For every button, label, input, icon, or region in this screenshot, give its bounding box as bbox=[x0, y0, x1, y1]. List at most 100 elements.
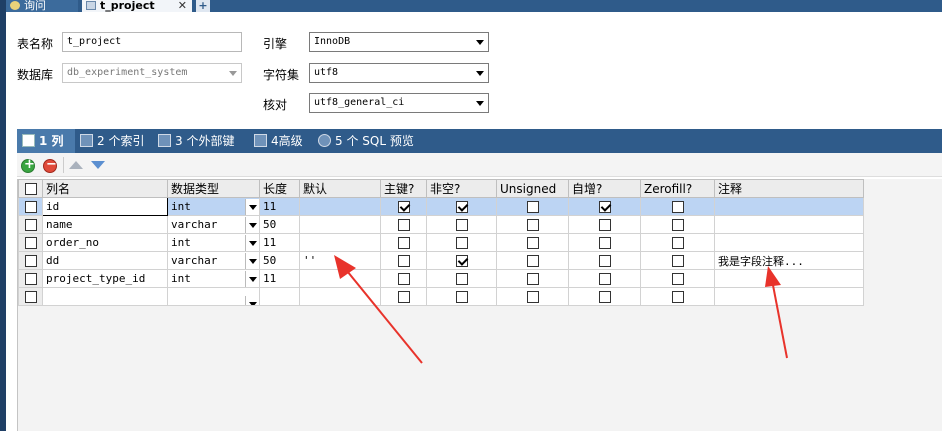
row-select-cell[interactable] bbox=[18, 251, 43, 270]
comment-cell[interactable]: 我是字段注释... bbox=[714, 251, 864, 270]
move-down-icon[interactable] bbox=[91, 161, 105, 169]
length-cell[interactable]: 50 bbox=[259, 215, 300, 234]
engine-select[interactable]: InnoDB bbox=[309, 32, 489, 52]
chevron-down-icon[interactable] bbox=[245, 253, 259, 269]
column-name-cell[interactable] bbox=[42, 287, 168, 306]
unsigned-cell[interactable] bbox=[496, 233, 569, 252]
zerofill-cell[interactable] bbox=[640, 287, 715, 306]
chevron-down-icon[interactable] bbox=[245, 235, 259, 251]
not-null-cell[interactable] bbox=[426, 269, 497, 288]
chevron-down-icon[interactable] bbox=[245, 295, 259, 305]
data-type-cell[interactable]: int bbox=[167, 197, 260, 216]
zerofill-checkbox[interactable] bbox=[671, 255, 684, 267]
auto-inc-checkbox[interactable] bbox=[598, 237, 611, 249]
tab-t-project[interactable]: t_project ✕ bbox=[82, 0, 192, 12]
auto-inc-checkbox[interactable] bbox=[598, 291, 611, 303]
row-checkbox[interactable] bbox=[24, 219, 37, 231]
column-name-cell[interactable]: order_no bbox=[42, 233, 168, 252]
unsigned-cell[interactable] bbox=[496, 269, 569, 288]
column-name-cell[interactable]: dd bbox=[42, 251, 168, 270]
unsigned-checkbox[interactable] bbox=[526, 219, 539, 231]
pk-cell[interactable] bbox=[380, 233, 427, 252]
auto-inc-checkbox[interactable] bbox=[598, 255, 611, 267]
col-header-zerofill[interactable]: Zerofill? bbox=[640, 179, 715, 198]
pk-checkbox[interactable] bbox=[397, 273, 410, 285]
data-type-select[interactable]: int bbox=[171, 235, 259, 251]
comment-cell[interactable] bbox=[714, 269, 864, 288]
table-row[interactable] bbox=[18, 287, 864, 306]
zerofill-checkbox[interactable] bbox=[671, 291, 684, 303]
chevron-down-icon[interactable] bbox=[245, 271, 259, 287]
data-type-cell[interactable]: varchar bbox=[167, 215, 260, 234]
row-select-cell[interactable] bbox=[18, 215, 43, 234]
length-cell[interactable]: 11 bbox=[259, 233, 300, 252]
col-header-auto-inc[interactable]: 自增? bbox=[568, 179, 641, 198]
row-checkbox[interactable] bbox=[24, 237, 37, 249]
length-cell[interactable]: 50 bbox=[259, 251, 300, 270]
default-cell[interactable]: '' bbox=[299, 251, 381, 270]
unsigned-cell[interactable] bbox=[496, 287, 569, 306]
default-cell[interactable] bbox=[299, 215, 381, 234]
not-null-cell[interactable] bbox=[426, 197, 497, 216]
data-type-select[interactable]: varchar bbox=[171, 217, 259, 233]
table-row[interactable]: dd varchar 50 '' 我是字段注释... bbox=[18, 251, 864, 270]
table-row[interactable]: id int 11 bbox=[18, 197, 864, 216]
column-name-cell[interactable]: name bbox=[42, 215, 168, 234]
data-type-cell[interactable]: int bbox=[167, 269, 260, 288]
length-cell[interactable] bbox=[259, 287, 300, 306]
column-name-cell[interactable]: project_type_id bbox=[42, 269, 168, 288]
pk-checkbox[interactable] bbox=[397, 201, 410, 213]
select-all-header[interactable] bbox=[18, 179, 43, 198]
auto-inc-cell[interactable] bbox=[568, 233, 641, 252]
close-icon[interactable]: ✕ bbox=[178, 0, 187, 11]
unsigned-cell[interactable] bbox=[496, 197, 569, 216]
row-select-cell[interactable] bbox=[18, 287, 43, 306]
unsigned-cell[interactable] bbox=[496, 215, 569, 234]
tab-indexes[interactable]: 2 个索引 bbox=[75, 129, 153, 153]
pk-checkbox[interactable] bbox=[397, 219, 410, 231]
auto-inc-cell[interactable] bbox=[568, 269, 641, 288]
row-checkbox[interactable] bbox=[24, 201, 37, 213]
col-header-length[interactable]: 长度 bbox=[259, 179, 300, 198]
table-name-field[interactable]: t_project bbox=[62, 32, 242, 52]
pk-checkbox[interactable] bbox=[397, 255, 410, 267]
col-header-type[interactable]: 数据类型 bbox=[167, 179, 260, 198]
not-null-cell[interactable] bbox=[426, 233, 497, 252]
unsigned-checkbox[interactable] bbox=[526, 255, 539, 267]
row-select-cell[interactable] bbox=[18, 233, 43, 252]
col-header-not-null[interactable]: 非空? bbox=[426, 179, 497, 198]
zerofill-cell[interactable] bbox=[640, 215, 715, 234]
length-cell[interactable]: 11 bbox=[259, 269, 300, 288]
pk-cell[interactable] bbox=[380, 251, 427, 270]
tab-query[interactable]: 询问 bbox=[6, 0, 78, 12]
table-row[interactable]: order_no int 11 bbox=[18, 233, 864, 252]
column-name-cell[interactable]: id bbox=[42, 197, 168, 216]
comment-cell[interactable] bbox=[714, 233, 864, 252]
data-type-cell[interactable]: varchar bbox=[167, 251, 260, 270]
pk-cell[interactable] bbox=[380, 215, 427, 234]
data-type-select[interactable]: int bbox=[171, 199, 259, 215]
row-select-cell[interactable] bbox=[18, 197, 43, 216]
data-type-select[interactable]: varchar bbox=[171, 253, 259, 269]
default-cell[interactable] bbox=[299, 233, 381, 252]
data-type-cell[interactable]: int bbox=[167, 233, 260, 252]
auto-inc-cell[interactable] bbox=[568, 251, 641, 270]
col-header-comment[interactable]: 注释 bbox=[714, 179, 864, 198]
comment-cell[interactable] bbox=[714, 287, 864, 306]
col-header-name[interactable]: 列名 bbox=[42, 179, 168, 198]
not-null-checkbox[interactable] bbox=[455, 255, 468, 267]
zerofill-checkbox[interactable] bbox=[671, 201, 684, 213]
pk-checkbox[interactable] bbox=[397, 291, 410, 303]
not-null-cell[interactable] bbox=[426, 251, 497, 270]
not-null-checkbox[interactable] bbox=[455, 237, 468, 249]
not-null-cell[interactable] bbox=[426, 215, 497, 234]
not-null-checkbox[interactable] bbox=[455, 291, 468, 303]
zerofill-checkbox[interactable] bbox=[671, 237, 684, 249]
pk-cell[interactable] bbox=[380, 197, 427, 216]
remove-column-icon[interactable] bbox=[43, 157, 57, 173]
col-header-pk[interactable]: 主键? bbox=[380, 179, 427, 198]
not-null-checkbox[interactable] bbox=[455, 219, 468, 231]
table-row[interactable]: name varchar 50 bbox=[18, 215, 864, 234]
charset-select[interactable]: utf8 bbox=[309, 63, 489, 83]
move-up-icon[interactable] bbox=[69, 161, 83, 169]
